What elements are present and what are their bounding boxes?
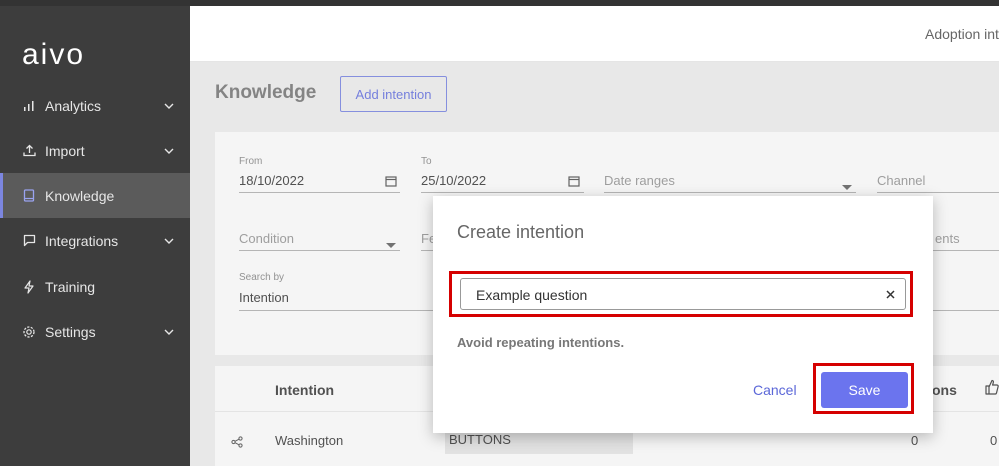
input-highlight-box: Example question <box>449 271 913 317</box>
chevron-down-icon <box>163 100 175 112</box>
book-icon <box>22 189 36 203</box>
bolt-icon <box>22 279 36 294</box>
header-context-label: Adoption int <box>925 26 999 42</box>
bar-chart-icon <box>22 99 36 113</box>
save-highlight-box: Save <box>813 363 914 414</box>
sidebar: aivo Analytics Import Knowledge Integrat… <box>0 6 190 466</box>
sidebar-item-settings[interactable]: Settings <box>0 309 190 354</box>
sidebar-item-label: Settings <box>45 323 96 340</box>
intention-input[interactable]: Example question <box>460 278 906 310</box>
aivo-logo: aivo <box>22 38 85 71</box>
chevron-down-icon <box>163 326 175 338</box>
gear-icon <box>22 325 36 339</box>
sidebar-item-label: Training <box>45 278 96 295</box>
intention-input-value: Example question <box>476 287 588 303</box>
svg-text:aivo: aivo <box>22 38 85 71</box>
dialog-hint: Avoid repeating intentions. <box>457 335 625 350</box>
sidebar-item-import[interactable]: Import <box>0 128 190 173</box>
upload-icon <box>22 144 36 158</box>
clear-icon[interactable] <box>883 287 897 301</box>
chat-icon <box>22 234 36 248</box>
sidebar-item-label: Integrations <box>45 232 119 249</box>
sidebar-item-label: Import <box>45 142 85 159</box>
sidebar-item-label: Knowledge <box>45 187 115 204</box>
header-bar: Adoption int <box>190 6 999 62</box>
sidebar-item-training[interactable]: Training <box>0 264 190 309</box>
sidebar-item-label: Analytics <box>45 97 102 114</box>
sidebar-item-knowledge[interactable]: Knowledge <box>0 173 190 218</box>
create-intention-dialog: Create intention Example question Avoid … <box>433 196 933 433</box>
chevron-down-icon <box>163 235 175 247</box>
sidebar-item-analytics[interactable]: Analytics <box>0 83 190 128</box>
sidebar-item-integrations[interactable]: Integrations <box>0 218 190 263</box>
save-button[interactable]: Save <box>821 372 908 408</box>
cancel-button[interactable]: Cancel <box>753 382 797 398</box>
chevron-down-icon <box>163 145 175 157</box>
dialog-title: Create intention <box>457 222 585 242</box>
